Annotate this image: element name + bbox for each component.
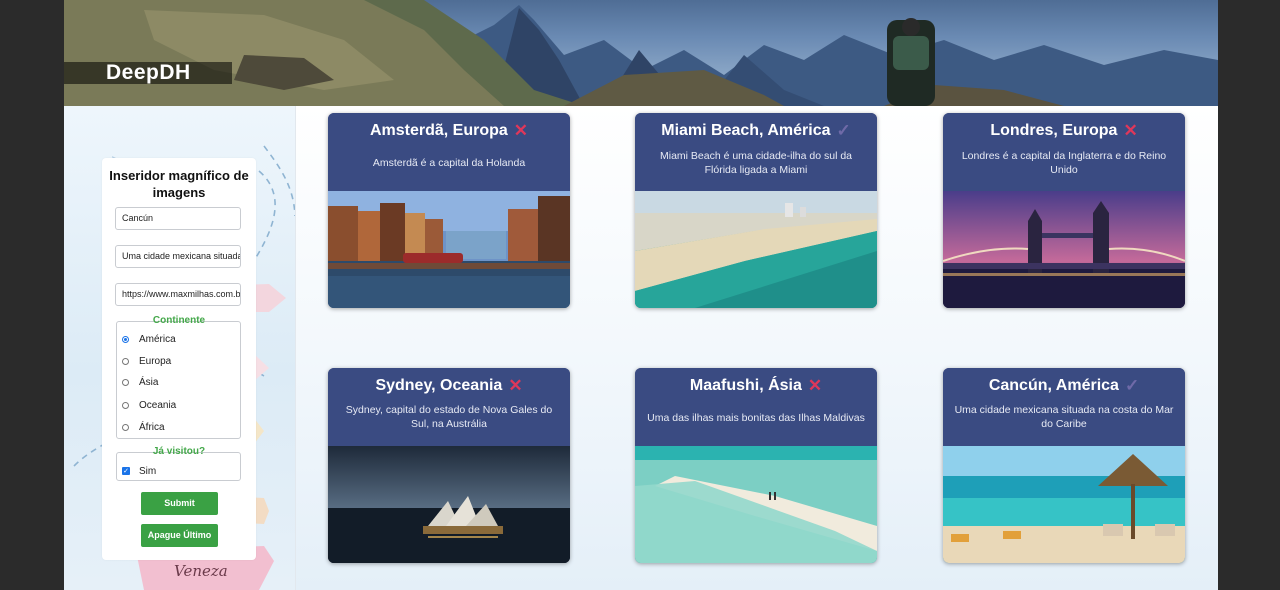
destination-card: Cancún, América ✓ Uma cidade mexicana sit… (943, 368, 1185, 563)
radio-europa[interactable]: Europa (122, 353, 171, 369)
svg-text:Veneza: Veneza (174, 562, 228, 580)
card-description: Londres é a capital da Inglaterra e do R… (961, 150, 1167, 176)
destination-card: Sydney, Oceania ✕ Sydney, capital do esta… (328, 368, 570, 563)
submit-button[interactable]: Submit (141, 492, 218, 515)
tower-bridge-image (943, 191, 1185, 308)
card-title: Londres, Europa ✕ (943, 121, 1185, 141)
not-visited-icon: ✕ (508, 376, 523, 395)
card-description: Uma cidade mexicana situada na costa do … (954, 404, 1174, 430)
card-title-text: Cancún, América (988, 377, 1119, 394)
card-title-text: Londres, Europa (990, 122, 1118, 139)
card-title-text: Maafushi, Ásia (689, 377, 802, 394)
card-description: Miami Beach é uma cidade-ilha do sul da … (659, 150, 853, 176)
cancun-beach-image (943, 446, 1185, 563)
radio-africa[interactable]: África (122, 419, 165, 435)
radio-label: África (139, 421, 165, 433)
form-title: Inseridor magnífico de imagens (109, 168, 249, 200)
radio-oceania[interactable]: Oceania (122, 397, 176, 413)
radio-button-icon[interactable] (122, 357, 129, 365)
page: DeepDH Veneza Inseridor magnífico de ima… (64, 0, 1218, 590)
image-url-input[interactable]: https://www.maxmilhas.com.br (115, 283, 241, 306)
visited-legend: Já visitou? (152, 446, 206, 457)
card-title-text: Sydney, Oceania (375, 377, 503, 394)
checkbox-checked-icon[interactable]: ✓ (122, 467, 130, 475)
radio-button-icon[interactable] (122, 335, 129, 343)
radio-label: Oceania (139, 399, 177, 411)
amsterdam-canal-image (328, 191, 570, 308)
not-visited-icon: ✕ (807, 376, 823, 395)
city-input[interactable]: Cancún (115, 207, 241, 230)
header-banner: DeepDH (64, 0, 1218, 106)
radio-america[interactable]: América (122, 331, 176, 347)
destination-card: Miami Beach, América ✓ Miami Beach é uma … (635, 113, 877, 308)
card-title: Miami Beach, América ✓ (635, 121, 877, 141)
maldives-sandbank-image (635, 446, 877, 563)
not-visited-icon: ✕ (1123, 121, 1138, 140)
visited-checkbox-row[interactable]: ✓ Sim (122, 463, 156, 479)
destination-card: Amsterdã, Europa ✕ Amsterdã é a capital d… (328, 113, 570, 308)
delete-last-button[interactable]: Apague Último (141, 524, 218, 547)
card-title-text: Miami Beach, América (661, 122, 831, 139)
radio-button-icon[interactable] (122, 423, 129, 431)
card-title: Maafushi, Ásia ✕ (635, 376, 877, 396)
card-description: Amsterdã é a capital da Holanda (372, 157, 526, 169)
radio-label: Ásia (139, 376, 159, 388)
card-description: Uma das ilhas mais bonitas das Ilhas Mal… (647, 412, 865, 424)
radio-asia[interactable]: Ásia (122, 374, 158, 390)
sydney-opera-house-image (328, 446, 570, 563)
miami-beach-image (635, 191, 877, 308)
visited-check-icon: ✓ (836, 121, 851, 140)
card-description: Sydney, capital do estado de Nova Gales … (345, 404, 553, 430)
visited-check-icon: ✓ (1124, 376, 1140, 395)
not-visited-icon: ✕ (513, 121, 529, 140)
image-inserter-form: Inseridor magnífico de imagens Cancún Um… (102, 158, 256, 560)
card-title-text: Amsterdã, Europa (369, 122, 508, 139)
brand-logo[interactable]: DeepDH (106, 61, 191, 85)
radio-button-icon[interactable] (122, 378, 129, 386)
continent-legend: Continente (152, 315, 206, 326)
destination-card: Londres, Europa ✕ Londres é a capital da … (943, 113, 1185, 308)
description-input[interactable]: Uma cidade mexicana situada na costa do … (115, 245, 241, 268)
card-title: Cancún, América ✓ (943, 376, 1185, 396)
radio-button-icon[interactable] (122, 401, 129, 409)
destination-card: Maafushi, Ásia ✕ Uma das ilhas mais bonit… (635, 368, 877, 563)
card-title: Amsterdã, Europa ✕ (328, 121, 570, 141)
radio-label: América (139, 333, 176, 345)
radio-label: Europa (139, 355, 172, 367)
visited-label: Sim (139, 465, 157, 477)
mountain-hiker-image (64, 0, 1218, 106)
card-title: Sydney, Oceania ✕ (328, 376, 570, 396)
